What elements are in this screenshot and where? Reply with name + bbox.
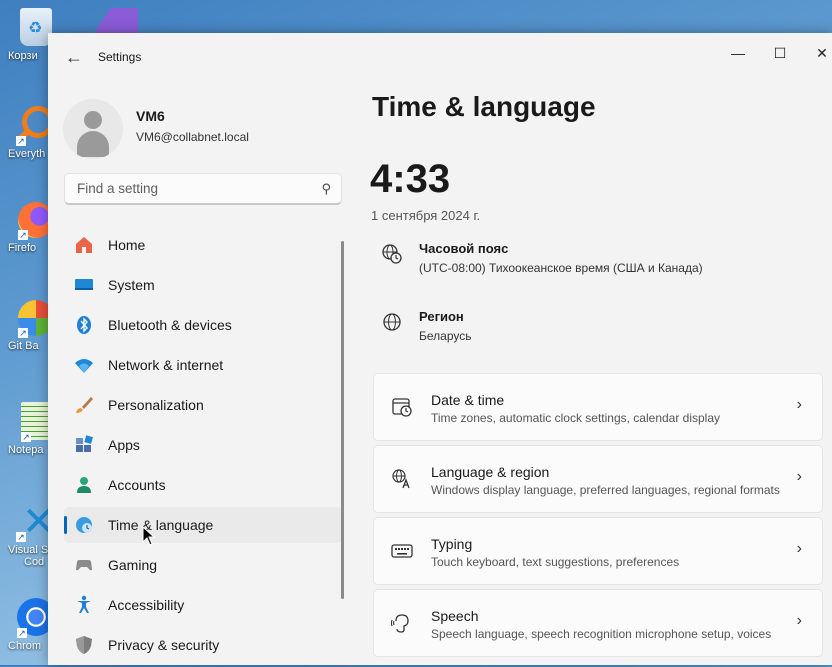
close-button[interactable]: ✕ (800, 39, 832, 67)
sidebar-scrollbar[interactable] (341, 241, 344, 599)
globe-icon (380, 311, 404, 335)
back-button[interactable]: ← (62, 45, 86, 69)
sidebar-item-gaming[interactable]: Gaming (64, 547, 342, 583)
wifi-icon (74, 355, 94, 375)
page-title: Time & language (372, 91, 596, 122)
region-value: Беларусь (419, 329, 472, 343)
minimize-button[interactable]: — (716, 39, 760, 67)
region-title: Регион (419, 309, 464, 324)
sidebar-item-accessibility[interactable]: Accessibility (64, 587, 342, 623)
chevron-right-icon: › (796, 468, 802, 485)
date-text: 1 сентября 2024 г. (371, 208, 481, 223)
sidebar-nav: Home System Bluetooth & devices Network … (64, 227, 342, 667)
sidebar-item-label: Accounts (108, 477, 166, 493)
date-time-icon (390, 396, 414, 420)
user-email: VM6@collabnet.local (136, 130, 249, 144)
card-subtitle: Time zones, automatic clock settings, ca… (431, 411, 721, 425)
accounts-icon (74, 475, 94, 495)
timezone-value: (UTC-08:00) Тихоокеанское время (США и К… (419, 261, 703, 275)
mouse-cursor-icon (142, 526, 156, 546)
shortcut-arrow-icon: ↗ (16, 532, 26, 542)
language-icon (390, 468, 414, 492)
sidebar-item-label: Network & internet (108, 357, 224, 373)
system-icon (74, 275, 94, 295)
bluetooth-icon (74, 315, 94, 335)
sidebar-item-home[interactable]: Home (64, 227, 342, 263)
settings-window: ← Settings — ☐ ✕ VM6 VM6@collabnet.local… (48, 33, 832, 665)
sidebar-item-privacy-security[interactable]: Privacy & security (64, 627, 342, 663)
shortcut-arrow-icon: ↗ (16, 136, 26, 146)
sidebar-item-label: Accessibility (108, 597, 185, 613)
home-icon (74, 235, 94, 255)
card-subtitle: Touch keyboard, text suggestions, prefer… (431, 555, 680, 569)
apps-icon (74, 435, 94, 455)
sidebar-item-label: Personalization (108, 397, 204, 413)
card-typing[interactable]: Typing Touch keyboard, text suggestions,… (373, 517, 823, 585)
chevron-right-icon: › (796, 612, 802, 629)
sidebar-item-accounts[interactable]: Accounts (64, 467, 342, 503)
sidebar-item-label: System (108, 277, 155, 293)
chevron-right-icon: › (796, 396, 802, 413)
card-language-region[interactable]: Language & region Windows display langua… (373, 445, 823, 513)
sidebar-item-personalization[interactable]: Personalization (64, 387, 342, 423)
avatar (63, 99, 123, 159)
sidebar-item-label: Gaming (108, 557, 158, 573)
card-date-time[interactable]: Date & time Time zones, automatic clock … (373, 373, 823, 441)
sidebar-item-system[interactable]: System (64, 267, 342, 303)
sidebar-item-network[interactable]: Network & internet (64, 347, 342, 383)
window-title: Settings (98, 50, 142, 64)
gaming-icon (74, 555, 94, 575)
sidebar-item-label: Home (108, 237, 146, 253)
keyboard-icon (390, 540, 414, 564)
search-input[interactable] (75, 180, 309, 197)
card-title: Language & region (431, 464, 550, 480)
timezone-title: Часовой пояс (419, 241, 509, 256)
card-title: Speech (431, 608, 479, 624)
shortcut-arrow-icon: ↗ (18, 328, 28, 338)
sidebar-item-apps[interactable]: Apps (64, 427, 342, 463)
shield-icon (74, 635, 94, 655)
title-bar: ← Settings — ☐ ✕ (48, 33, 832, 81)
shortcut-arrow-icon: ↗ (21, 432, 31, 442)
speech-icon (390, 612, 414, 636)
notepad-icon: ↗ (21, 402, 51, 442)
sidebar-item-label: Privacy & security (108, 637, 220, 653)
card-subtitle: Speech language, speech recognition micr… (431, 627, 772, 641)
shortcut-arrow-icon: ↗ (17, 628, 27, 638)
sidebar-item-time-language[interactable]: Time & language (64, 507, 342, 543)
timezone-globe-icon (380, 243, 404, 267)
card-subtitle: Windows display language, preferred lang… (431, 483, 780, 497)
user-name: VM6 (136, 108, 165, 124)
card-title: Date & time (431, 392, 505, 408)
card-speech[interactable]: Speech Speech language, speech recogniti… (373, 589, 823, 657)
chevron-right-icon: › (796, 540, 802, 557)
visual-studio-icon (92, 8, 138, 36)
time-language-icon (74, 515, 94, 535)
sidebar-item-bluetooth[interactable]: Bluetooth & devices (64, 307, 342, 343)
accessibility-icon (74, 595, 94, 615)
shortcut-arrow-icon: ↗ (18, 230, 28, 240)
brush-icon (74, 395, 94, 415)
search-icon[interactable]: ⚲ (321, 181, 331, 197)
maximize-button[interactable]: ☐ (758, 39, 802, 67)
sidebar-item-label: Apps (108, 437, 140, 453)
clock: 4:33 (370, 157, 451, 201)
sidebar-item-label: Time & language (108, 517, 214, 533)
search-box[interactable]: ⚲ (64, 173, 342, 205)
sidebar-item-label: Bluetooth & devices (108, 317, 232, 333)
card-title: Typing (431, 536, 473, 552)
